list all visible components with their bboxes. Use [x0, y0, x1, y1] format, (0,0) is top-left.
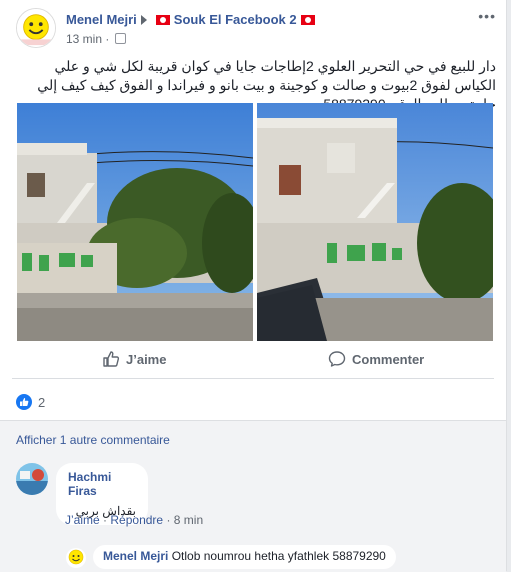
post-header: Menel Mejri Souk El Facebook 2 13 min · •… [16, 8, 496, 48]
house-photo-right[interactable] [257, 103, 493, 341]
tunisia-flag-icon [300, 14, 315, 25]
comment-icon [328, 351, 346, 367]
comment-time[interactable]: 8 min [174, 513, 203, 527]
smiley-avatar-icon [17, 9, 55, 47]
reply-avatar[interactable] [66, 548, 86, 568]
post-meta: 13 min · [66, 31, 126, 46]
group-name[interactable]: Souk El Facebook 2 [174, 12, 297, 27]
reaction-summary[interactable]: 2 [16, 392, 45, 412]
like-button[interactable]: J’aime [102, 350, 166, 368]
reply-author[interactable]: Menel Mejri [103, 549, 168, 563]
group-icon [114, 33, 126, 45]
reply-bubble: Menel Mejri Otlob noumrou hetha yfathlek… [93, 545, 396, 569]
house-photo-left[interactable] [17, 103, 253, 341]
comment-like-link[interactable]: J’aime [65, 513, 100, 527]
tunisia-flag-icon [155, 14, 170, 25]
like-reaction-icon [16, 394, 32, 410]
post-card: Menel Mejri Souk El Facebook 2 13 min · •… [0, 0, 507, 572]
comment-label: Commenter [352, 351, 425, 367]
post-time[interactable]: 13 min [66, 32, 102, 46]
show-more-comments-link[interactable]: Afficher 1 autre commentaire [16, 433, 170, 447]
comment-reply-link[interactable]: Répondre [110, 513, 163, 527]
author-avatar[interactable] [16, 8, 56, 48]
commenter-avatar[interactable] [16, 463, 48, 495]
thumbs-up-icon [103, 351, 120, 367]
author-name[interactable]: Menel Mejri [66, 12, 137, 27]
post-title-line: Menel Mejri Souk El Facebook 2 [66, 11, 319, 27]
reaction-count: 2 [38, 394, 46, 410]
comment-button[interactable]: Commenter [328, 350, 424, 368]
post-actions: J’aime Commenter [12, 344, 494, 379]
comments-section: Afficher 1 autre commentaire Hachmi Fira… [0, 420, 506, 572]
comment-author[interactable]: Hachmi Firas [68, 470, 136, 498]
comment-actions: J’aime · Répondre · 8 min [65, 513, 204, 527]
post-photos [17, 103, 493, 341]
like-label: J’aime [126, 351, 167, 367]
arrow-right-icon [140, 14, 147, 25]
reply-text: Otlob noumrou hetha yfathlek 58879290 [171, 549, 386, 563]
ellipsis-icon[interactable]: ••• [478, 8, 496, 24]
